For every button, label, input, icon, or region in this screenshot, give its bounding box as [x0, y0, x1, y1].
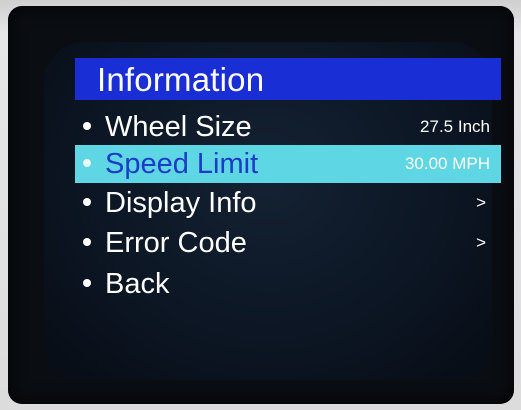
menu-item-label: Back [105, 268, 170, 300]
menu-item-label: Speed Limit [105, 148, 259, 180]
bullet-icon [83, 122, 91, 130]
bullet-icon [83, 159, 91, 167]
menu-item-back[interactable]: Back [60, 265, 500, 303]
menu-title: Information [97, 61, 265, 98]
bullet-icon [83, 198, 91, 206]
menu-item-speed-limit[interactable]: Speed Limit 30.00 MPH [60, 145, 501, 183]
device-photo: Information Wheel Size 27.5 Inch Speed L… [0, 0, 521, 410]
menu-item-wheel-size[interactable]: Wheel Size 27.5 Inch [60, 108, 500, 146]
menu-item-label: Wheel Size [105, 111, 252, 143]
chevron-right-icon: > [476, 233, 486, 252]
menu-title-bar: Information [75, 58, 501, 100]
menu-item-label: Display Info [105, 187, 257, 219]
chevron-right-icon: > [476, 193, 486, 212]
menu-item-label: Error Code [105, 227, 247, 259]
bullet-icon [83, 279, 91, 287]
menu-item-value: 27.5 Inch [420, 117, 490, 136]
menu-item-value: 30.00 MPH [404, 154, 490, 173]
menu-item-display-info[interactable]: Display Info > [60, 184, 500, 222]
bullet-icon [83, 238, 91, 246]
menu-item-error-code[interactable]: Error Code > [60, 224, 500, 262]
